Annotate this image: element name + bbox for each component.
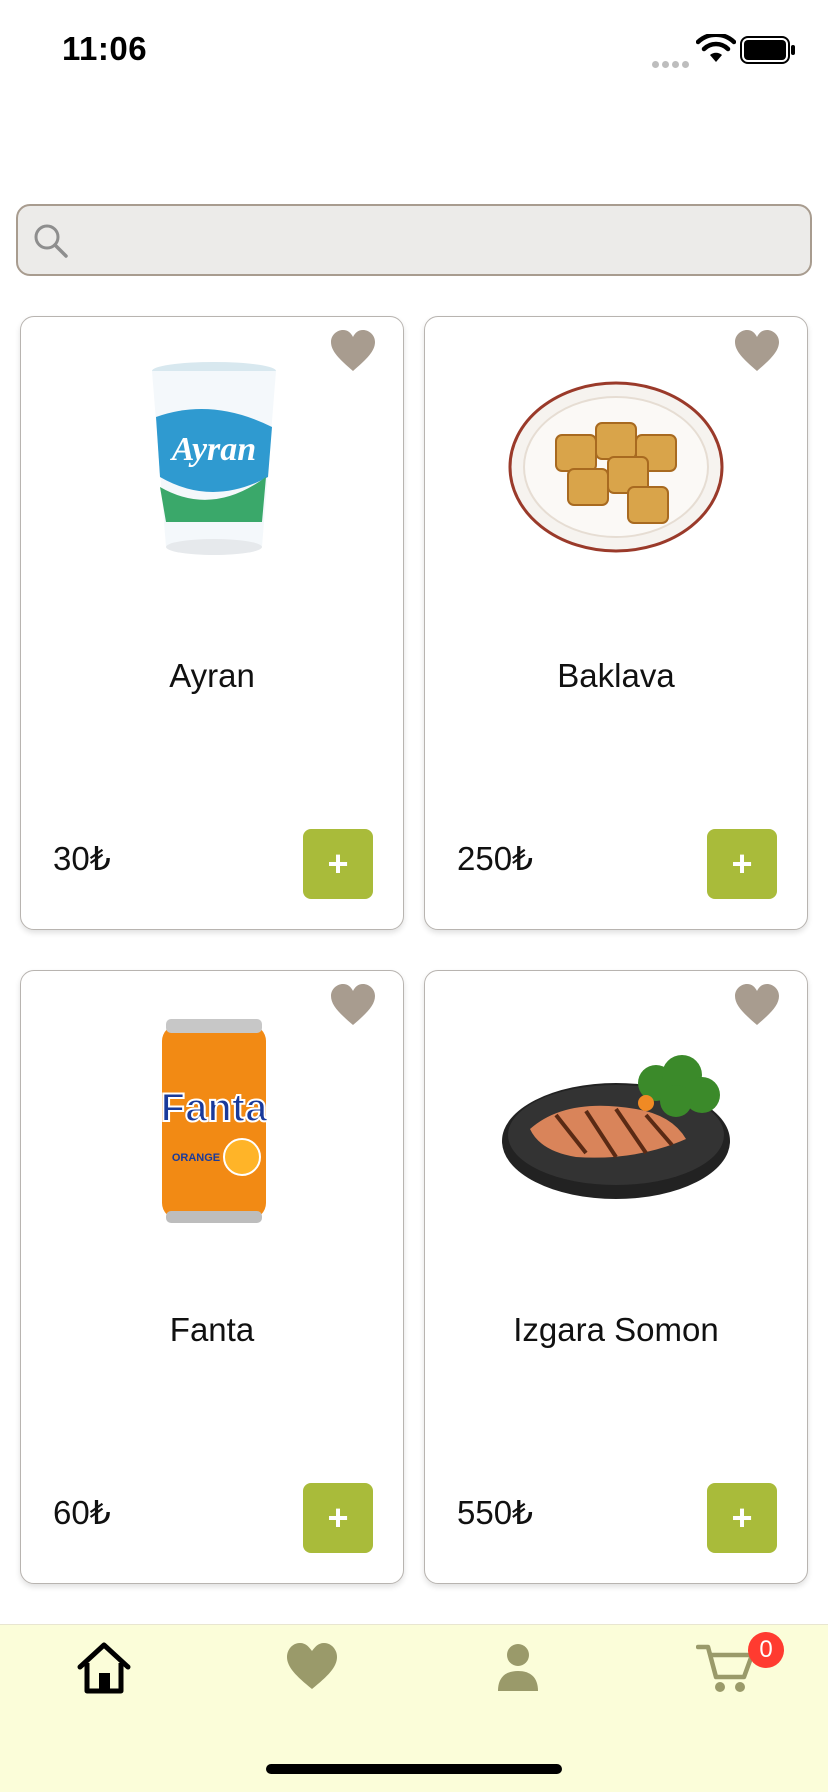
svg-text:ORANGE: ORANGE	[172, 1152, 220, 1164]
favorite-heart-icon[interactable]	[733, 983, 781, 1027]
fanta-can-image: Fanta ORANGE	[160, 1019, 269, 1223]
cart-icon[interactable]	[696, 1639, 756, 1695]
product-name: Baklava	[557, 657, 675, 694]
favorite-heart-icon[interactable]	[329, 329, 377, 373]
add-to-cart-button[interactable]: +	[303, 829, 373, 899]
person-icon[interactable]	[488, 1639, 548, 1695]
product-name: Izgara Somon	[513, 1311, 719, 1348]
product-price: 550₺	[457, 1494, 534, 1531]
product-name: Fanta	[169, 1311, 255, 1348]
grilled-salmon-image	[502, 1055, 730, 1199]
baklava-plate-image	[508, 381, 724, 553]
favorite-heart-icon[interactable]	[329, 983, 377, 1027]
favorite-heart-icon[interactable]	[733, 329, 781, 373]
add-to-cart-button[interactable]: +	[303, 1483, 373, 1553]
product-price: 250₺	[457, 840, 534, 877]
product-price: 60₺	[53, 1494, 111, 1531]
product-card[interactable]: Baklava 250₺ +	[424, 316, 808, 930]
svg-text:Ayran: Ayran	[170, 431, 256, 468]
product-grid: Ayran Ayran 30₺ + Baklava 250₺ + Fanta O…	[0, 0, 828, 1792]
product-card[interactable]: Fanta ORANGE Fanta 60₺ +	[20, 970, 404, 1584]
add-to-cart-button[interactable]: +	[707, 829, 777, 899]
home-icon[interactable]	[74, 1639, 134, 1695]
heart-icon[interactable]	[282, 1639, 342, 1695]
add-to-cart-button[interactable]: +	[707, 1483, 777, 1553]
product-card[interactable]: Ayran Ayran 30₺ +	[20, 316, 404, 930]
ayran-cup-image: Ayran	[152, 362, 276, 555]
cart-count-badge: 0	[748, 1632, 784, 1668]
product-card[interactable]: Izgara Somon 550₺ +	[424, 970, 808, 1584]
svg-text:Fanta: Fanta	[161, 1086, 268, 1130]
product-price: 30₺	[53, 840, 111, 877]
product-name: Ayran	[169, 657, 255, 694]
home-indicator	[266, 1764, 562, 1774]
